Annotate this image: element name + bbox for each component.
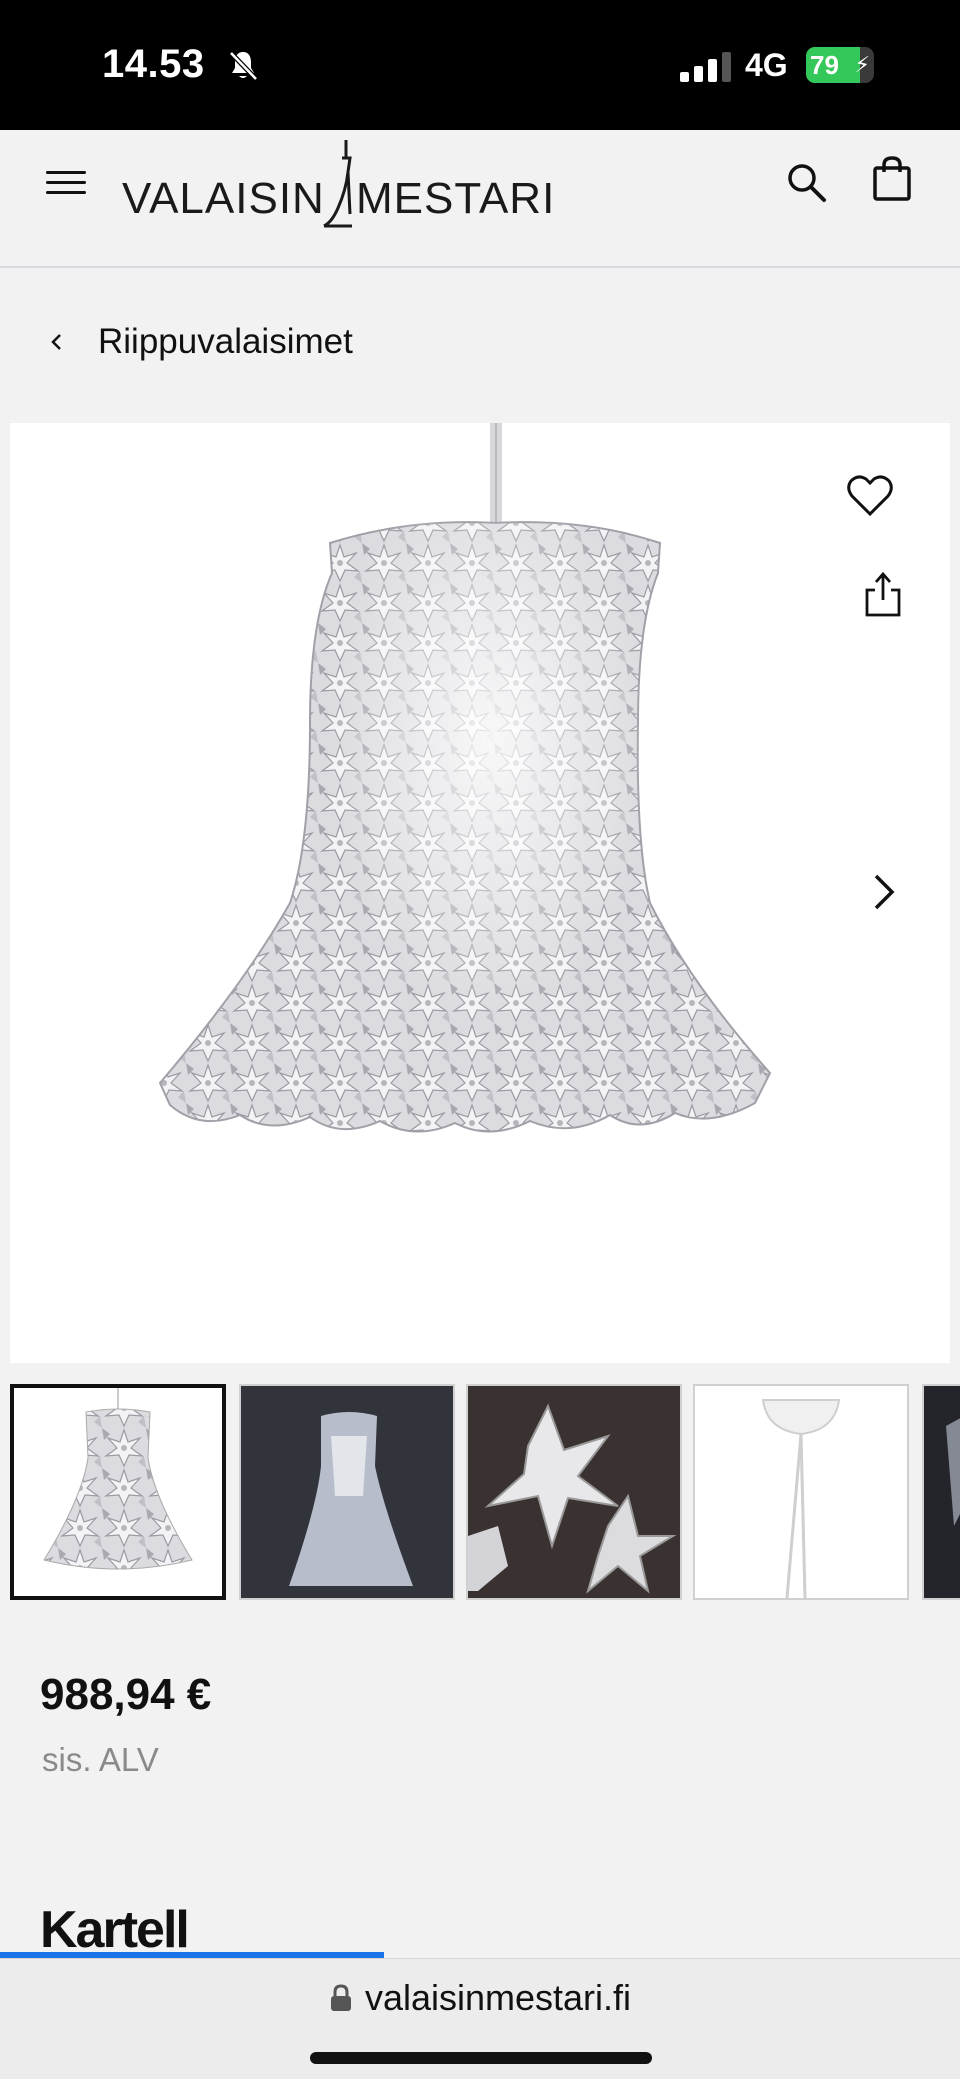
search-icon[interactable] [784, 160, 828, 204]
heart-icon[interactable] [846, 472, 894, 518]
thumbnail-strip [10, 1384, 960, 1602]
site-header: VALAISIN MESTARI [0, 130, 960, 268]
thumbnail-4[interactable] [693, 1384, 909, 1600]
logo-lamp-icon [323, 140, 352, 228]
product-price: 988,94 € [40, 1670, 212, 1719]
chevron-left-icon[interactable] [40, 325, 74, 359]
thumbnail-image [241, 1386, 453, 1598]
thumbnail-image [468, 1386, 680, 1598]
brand-logo[interactable]: Kartell [40, 1900, 190, 1960]
pendant-lamp-image [158, 423, 772, 1143]
battery-level: 79 [810, 50, 839, 80]
bell-muted-icon [229, 51, 258, 81]
home-indicator[interactable] [310, 2052, 652, 2064]
vat-note: sis. ALV [42, 1741, 159, 1778]
thumbnail-image [695, 1386, 907, 1598]
signal-icon [680, 50, 732, 82]
breadcrumb[interactable]: Riippuvalaisimet [40, 312, 540, 372]
charging-bolt-icon: ⚡ [854, 52, 870, 77]
status-bar: 14.53 4G 79 ⚡ [0, 0, 960, 130]
thumbnail-2[interactable] [239, 1384, 455, 1600]
chevron-right-icon[interactable] [868, 868, 900, 916]
breadcrumb-category-link[interactable]: Riippuvalaisimet [98, 322, 353, 362]
site-logo[interactable]: VALAISIN MESTARI [122, 138, 554, 238]
share-icon[interactable] [863, 570, 903, 618]
battery-icon: 79 ⚡ [806, 47, 874, 83]
lock-icon [330, 1984, 351, 2011]
status-time: 14.53 [102, 42, 205, 86]
thumbnail-image [14, 1388, 222, 1596]
thumbnail-5[interactable] [922, 1384, 960, 1600]
logo-text-right: MESTARI [356, 174, 556, 223]
browser-address-bar[interactable]: valaisinmestari.fi [0, 1958, 960, 2079]
thumbnail-image [924, 1386, 960, 1598]
product-main-image[interactable] [10, 423, 950, 1363]
logo-text-left: VALAISIN [122, 174, 325, 223]
url-text[interactable]: valaisinmestari.fi [365, 1977, 631, 2019]
network-type: 4G [745, 47, 788, 83]
shopping-bag-icon[interactable] [872, 156, 912, 202]
thumbnail-3[interactable] [466, 1384, 682, 1600]
menu-button[interactable] [46, 167, 86, 199]
thumbnail-1[interactable] [10, 1384, 226, 1600]
